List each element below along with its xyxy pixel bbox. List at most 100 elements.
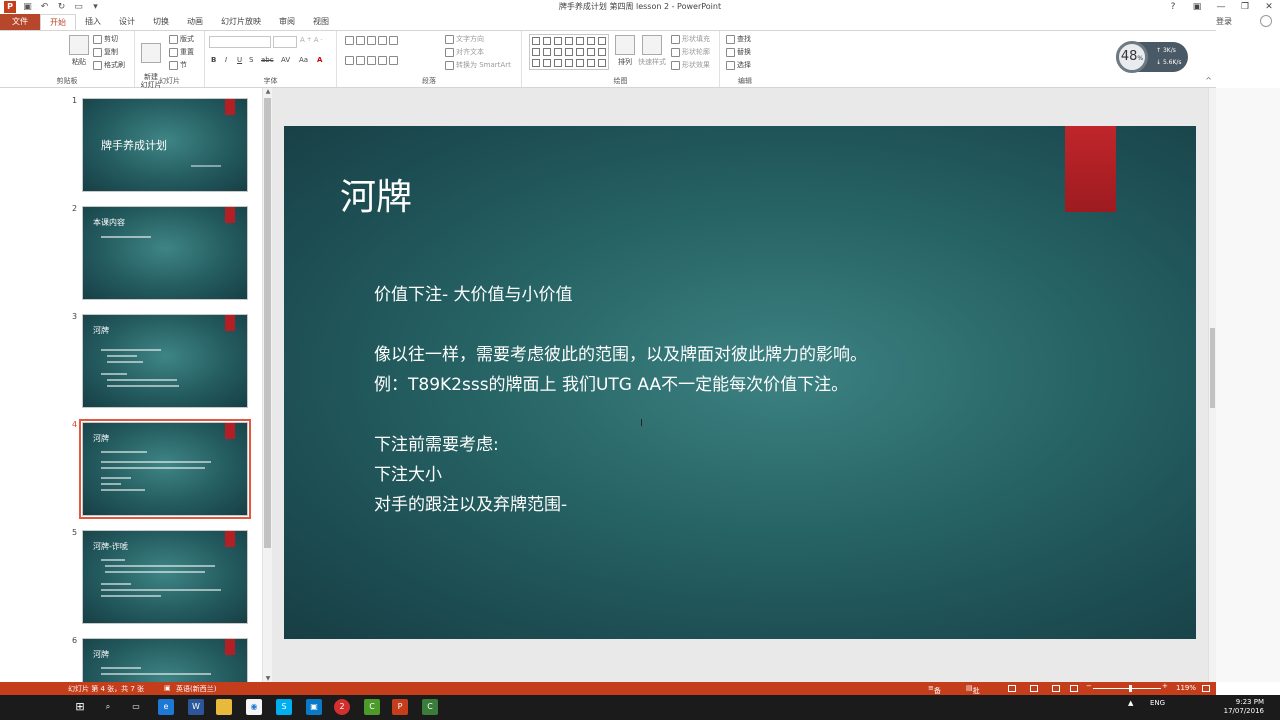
numbering-icon [356, 36, 365, 45]
tab-animations[interactable]: 动画 [178, 14, 212, 30]
slide-body-text[interactable]: 价值下注- 大价值与小价值 像以往一样，需要考虑彼此的范围，以及牌面对彼此牌力的… [374, 280, 867, 520]
zoom-slider[interactable] [1093, 688, 1161, 689]
font-grow-button[interactable]: A + A- [300, 36, 323, 44]
thumbnails-scrollbar[interactable]: ▲ ▼ [262, 88, 272, 682]
slideshow-icon[interactable] [1070, 685, 1078, 692]
text-direction-button[interactable]: 文字方向 [445, 34, 484, 44]
restore-button[interactable]: ❐ [1240, 2, 1250, 12]
tray-network-icon[interactable]: ▲ [1128, 699, 1133, 707]
window-title: 牌手养成计划 第四周 lesson 2 - PowerPoint [558, 2, 722, 11]
slide-thumbnail-3[interactable]: 河牌 [82, 314, 248, 408]
fit-slide-icon[interactable] [1202, 685, 1210, 692]
align-buttons[interactable] [345, 56, 398, 65]
section-button[interactable]: 节 [169, 60, 187, 70]
layout-button[interactable]: 版式 [169, 34, 194, 44]
help-button[interactable]: ? [1168, 2, 1178, 12]
recorder-icon[interactable]: C [422, 699, 438, 715]
current-slide[interactable]: 河牌 价值下注- 大价值与小价值 像以往一样，需要考虑彼此的范围，以及牌面对彼此… [284, 126, 1196, 639]
zoom-in-button[interactable]: + [1162, 682, 1168, 690]
search-icon[interactable]: ⌕ [100, 699, 116, 715]
thumb-text-line [105, 571, 205, 573]
replace-button[interactable]: 替换 [726, 47, 751, 57]
find-button[interactable]: 查找 [726, 34, 751, 44]
arrange-button[interactable]: 排列 [614, 35, 636, 67]
reading-view-icon[interactable] [1052, 685, 1060, 692]
slide-sorter-icon[interactable] [1030, 685, 1038, 692]
language-indicator[interactable]: 英语(新西兰) [176, 684, 216, 694]
download-speed: ↓ 5.6K/s [1156, 59, 1182, 66]
font-size-box[interactable] [273, 36, 297, 48]
italic-button[interactable]: I [225, 56, 227, 64]
bullets-button[interactable] [345, 36, 398, 45]
strikethrough-button[interactable]: abc [261, 56, 274, 64]
minimize-button[interactable]: — [1216, 2, 1226, 12]
collapse-ribbon-icon[interactable]: ^ [1205, 76, 1212, 85]
task-view-icon[interactable]: ▭ [128, 699, 144, 715]
shape-outline-button[interactable]: 形状轮廓 [671, 47, 710, 57]
scrollbar-thumb[interactable] [264, 98, 271, 548]
tab-transitions[interactable]: 切换 [144, 14, 178, 30]
thumb-text-line [107, 355, 137, 357]
login-link[interactable]: 登录 [1216, 16, 1232, 27]
shape-effects-button[interactable]: 形状效果 [671, 60, 710, 70]
bold-button[interactable]: B [211, 56, 216, 64]
powerpoint-task-icon[interactable]: P [392, 699, 408, 715]
thumb-text-line [101, 559, 125, 561]
tab-design[interactable]: 设计 [110, 14, 144, 30]
shapes-gallery[interactable] [529, 34, 609, 70]
font-color-button[interactable]: A [317, 56, 322, 64]
word-icon[interactable]: W [188, 699, 204, 715]
close-button[interactable]: ✕ [1264, 2, 1274, 12]
editor-scrollbar-thumb[interactable] [1210, 328, 1215, 408]
notes-button[interactable]: ≡ 备注 [928, 684, 941, 705]
system-clock[interactable]: 9:23 PM 17/07/2016 [1224, 698, 1264, 716]
file-explorer-icon[interactable] [216, 699, 232, 715]
font-group: A + A- B I U S abc AV Aa A 字体 [205, 31, 337, 87]
normal-view-icon[interactable] [1008, 685, 1016, 692]
spellcheck-icon[interactable]: ▣ [164, 684, 171, 692]
store-icon[interactable]: ▣ [306, 699, 322, 715]
font-name-box[interactable] [209, 36, 271, 48]
tab-file[interactable]: 文件 [0, 14, 40, 30]
slide-thumbnail-5[interactable]: 河牌-诈唬 [82, 530, 248, 624]
shadow-button[interactable]: S [249, 56, 253, 64]
cut-button[interactable]: 剪切 [93, 34, 118, 44]
slide-thumbnail-4[interactable]: 河牌 [79, 419, 251, 519]
thumb-number: 2 [72, 204, 78, 213]
account-icon[interactable] [1260, 15, 1272, 27]
shape-fill-button[interactable]: 形状填充 [671, 34, 710, 44]
tab-home[interactable]: 开始 [40, 14, 76, 30]
slide-thumbnail-6[interactable]: 河牌 [82, 638, 248, 682]
zoom-out-button[interactable]: − [1086, 682, 1092, 690]
edge-browser-icon[interactable]: e [158, 699, 174, 715]
paste-button[interactable]: 粘贴 [68, 35, 90, 67]
input-language[interactable]: ENG [1150, 699, 1165, 707]
slide-title[interactable]: 河牌 [340, 168, 412, 220]
change-case-button[interactable]: Aa [299, 56, 308, 64]
slide-thumbnail-2[interactable]: 本课内容 [82, 206, 248, 300]
underline-button[interactable]: U [237, 56, 242, 64]
zoom-slider-handle[interactable] [1129, 685, 1133, 692]
ribbon-display-options-icon[interactable]: ▣ [1192, 2, 1202, 12]
app-2-icon[interactable]: 2 [334, 699, 350, 715]
comments-button[interactable]: ▤ 批注 [966, 684, 980, 705]
zoom-level[interactable]: 119% [1176, 684, 1196, 692]
tab-review[interactable]: 审阅 [270, 14, 304, 30]
quick-styles-button[interactable]: 快速样式 [637, 35, 667, 67]
camtasia-icon[interactable]: C [364, 699, 380, 715]
align-text-button[interactable]: 对齐文本 [445, 47, 484, 57]
windows-start-icon[interactable]: ⊞ [72, 699, 88, 715]
smartart-button[interactable]: 转换为 SmartArt [445, 60, 511, 70]
skype-icon[interactable]: S [276, 699, 292, 715]
copy-button[interactable]: 复制 [93, 47, 118, 57]
tab-insert[interactable]: 插入 [76, 14, 110, 30]
reset-button[interactable]: 重置 [169, 47, 194, 57]
editor-scrollbar[interactable] [1208, 88, 1216, 682]
char-spacing-button[interactable]: AV [281, 56, 290, 64]
slide-thumbnail-1[interactable]: 牌手养成计划 [82, 98, 248, 192]
tab-slideshow[interactable]: 幻灯片放映 [212, 14, 270, 30]
chrome-icon[interactable]: ◉ [246, 699, 262, 715]
format-painter-button[interactable]: 格式刷 [93, 60, 125, 70]
select-button[interactable]: 选择 [726, 60, 751, 70]
tab-view[interactable]: 视图 [304, 14, 338, 30]
